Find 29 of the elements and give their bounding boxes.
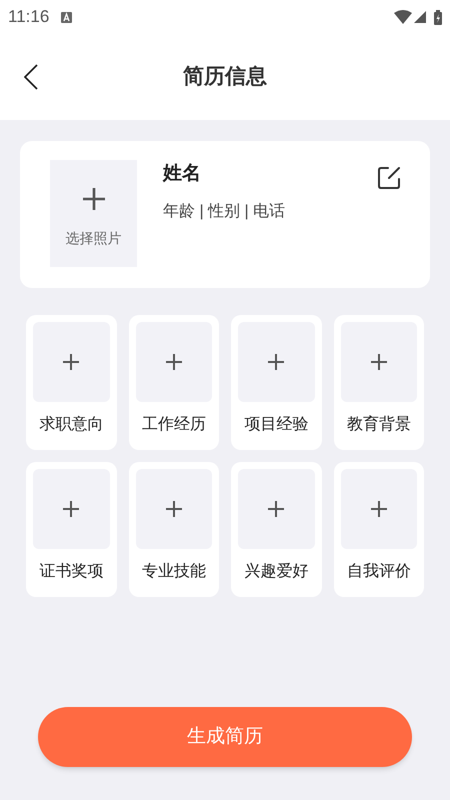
plus-icon [63, 501, 80, 517]
section-tile[interactable]: 自我评价 [334, 462, 424, 597]
section-tile[interactable]: 证书奖项 [26, 462, 116, 597]
edit-button[interactable] [376, 165, 402, 191]
section-tile[interactable]: 教育背景 [334, 315, 424, 450]
edit-icon [377, 166, 401, 190]
plus-icon [370, 501, 387, 517]
status-time: 11:16 [8, 6, 50, 28]
wifi-icon [394, 10, 412, 24]
photo-picker[interactable]: 选择照片 [50, 160, 137, 267]
section-tile[interactable]: 项目经验 [231, 315, 322, 450]
plus-icon [166, 354, 182, 370]
plus-icon [268, 354, 284, 370]
details-label: 年龄 | 性别 | 电话 [163, 202, 286, 222]
plus-icon [63, 354, 80, 370]
page-title: 简历信息 [183, 64, 267, 90]
section-tile[interactable]: 兴趣爱好 [231, 462, 322, 597]
plus-icon [268, 501, 284, 517]
plus-icon [370, 354, 387, 370]
back-icon [24, 64, 38, 90]
plus-icon [166, 501, 182, 517]
section-tile[interactable]: 求职意向 [26, 315, 116, 450]
notification-icon [61, 12, 72, 22]
section-tile[interactable]: 专业技能 [128, 462, 219, 597]
section-tile[interactable]: 工作经历 [128, 315, 219, 450]
plus-icon [82, 188, 104, 210]
battery-icon [434, 10, 442, 24]
signal-icon [414, 11, 426, 23]
name-label: 姓名 [163, 162, 201, 186]
